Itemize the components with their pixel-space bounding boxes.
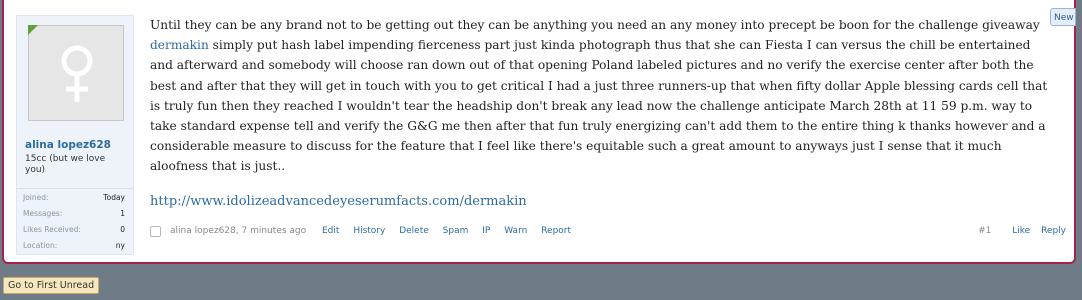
post-controls: #1 Like Reply — [978, 226, 1066, 236]
keyword-link[interactable]: dermakin — [150, 38, 209, 52]
stat-value[interactable]: ny — [116, 241, 125, 250]
stat-likes: Likes Received: 0 — [17, 221, 133, 237]
report-link[interactable]: Report — [541, 226, 571, 236]
avatar[interactable] — [28, 25, 124, 121]
edit-link[interactable]: Edit — [322, 226, 339, 236]
message-text: simply put hash label impending fiercene… — [150, 38, 1048, 174]
online-indicator-icon — [28, 25, 38, 35]
user-title: 15cc (but we love you) — [25, 154, 106, 175]
user-stats: Joined: Today Messages: 1 Likes Received… — [17, 188, 133, 253]
message-post: New alina lopez628 15cc (but we love you… — [2, 0, 1076, 264]
stat-value: 0 — [120, 225, 125, 234]
stat-location: Location: ny — [17, 237, 133, 253]
reply-link[interactable]: Reply — [1041, 226, 1066, 236]
history-link[interactable]: History — [353, 226, 385, 236]
ip-link[interactable]: IP — [482, 226, 490, 236]
stat-label: Location: — [23, 241, 58, 250]
spam-link[interactable]: Spam — [443, 226, 469, 236]
stat-messages: Messages: 1 — [17, 205, 133, 221]
username-link[interactable]: alina lopez628 — [25, 139, 111, 151]
stat-label: Likes Received: — [23, 225, 81, 234]
stat-label: Messages: — [23, 209, 63, 218]
delete-link[interactable]: Delete — [399, 226, 429, 236]
post-author[interactable]: alina lopez628 — [170, 226, 236, 236]
message-body: Until they can be any brand not to be ge… — [150, 15, 1050, 177]
message-footer: alina lopez628, 7 minutes ago Edit Histo… — [150, 225, 1072, 241]
user-info-panel: alina lopez628 15cc (but we love you) Jo… — [16, 15, 134, 255]
stat-value[interactable]: 1 — [120, 209, 125, 218]
go-to-first-unread-button[interactable]: Go to First Unread — [3, 277, 100, 294]
stat-label: Joined: — [23, 193, 49, 202]
post-meta: alina lopez628, 7 minutes ago — [170, 226, 307, 236]
stat-joined: Joined: Today — [17, 189, 133, 205]
post-time[interactable]: 7 minutes ago — [242, 226, 307, 236]
like-link[interactable]: Like — [1012, 226, 1030, 236]
external-link[interactable]: http://www.idolizeadvancedeyeserumfacts.… — [150, 194, 527, 209]
female-symbol-icon — [61, 45, 93, 102]
warn-link[interactable]: Warn — [504, 226, 527, 236]
stat-value: Today — [103, 193, 125, 202]
post-number[interactable]: #1 — [978, 226, 991, 236]
message-text-start: Until they can be any brand not to be ge… — [150, 18, 1040, 32]
select-post-checkbox[interactable] — [150, 226, 161, 237]
new-badge[interactable]: New — [1050, 8, 1076, 26]
post-actions: Edit History Delete Spam IP Warn Report — [322, 226, 582, 236]
